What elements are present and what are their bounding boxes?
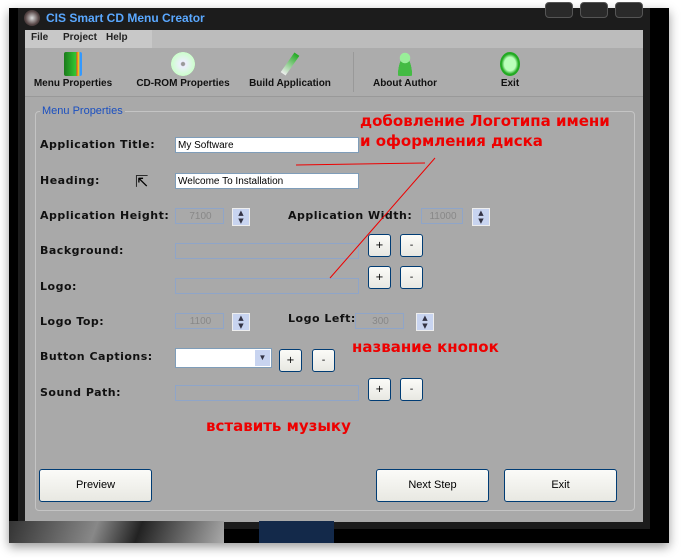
annotation-music: вставить музыку (206, 417, 351, 435)
annotation-captions: название кнопок (352, 338, 499, 356)
annotation-logo-text: добовление Логотипа имени (360, 112, 610, 130)
annotation-lines (295, 157, 436, 279)
annotation-logo-text-2: и оформления диска (360, 132, 543, 150)
